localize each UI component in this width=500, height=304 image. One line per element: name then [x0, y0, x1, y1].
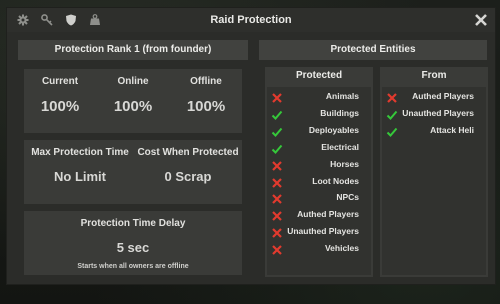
- check-icon[interactable]: [271, 109, 283, 121]
- protected-entity-label: Horses: [330, 158, 359, 169]
- protected-list: Animals Buildings Deployables Electrical Hor…: [267, 87, 371, 275]
- protected-entity-label: Authed Players: [297, 209, 359, 220]
- from-source-row[interactable]: Authed Players: [386, 90, 474, 106]
- title-bar: Raid Protection: [7, 8, 495, 32]
- protected-entity-row[interactable]: NPCs: [271, 191, 359, 207]
- cross-icon[interactable]: [271, 193, 283, 205]
- protected-entity-row[interactable]: Horses: [271, 158, 359, 174]
- check-icon[interactable]: [386, 126, 398, 138]
- close-icon[interactable]: [473, 12, 489, 28]
- protected-list-panel: Protected Animals Buildings Deployables Ele…: [265, 67, 373, 277]
- stat-label-online: Online: [117, 76, 149, 87]
- from-source-label: Unauthed Players: [402, 107, 474, 118]
- protected-column-header: Protected: [265, 67, 373, 84]
- protection-rank-header: Protection Rank 1 (from founder): [18, 40, 248, 60]
- from-list-panel: From Authed Players Unauthed Players Attac…: [380, 67, 488, 277]
- cross-icon[interactable]: [271, 92, 283, 104]
- cost-when-protected-value: 0 Scrap: [164, 169, 212, 184]
- protected-entities-header: Protected Entities: [259, 40, 487, 60]
- protected-entity-label: Loot Nodes: [312, 175, 359, 186]
- protection-delay-value: 5 sec: [116, 240, 150, 255]
- from-source-row[interactable]: Attack Heli: [386, 124, 474, 140]
- raid-protection-window: Raid Protection Protection Rank 1 (from …: [6, 7, 496, 285]
- max-protection-time-value: No Limit: [54, 169, 106, 184]
- from-source-label: Authed Players: [412, 91, 474, 101]
- protected-entity-row[interactable]: Unauthed Players: [271, 225, 359, 241]
- window-title: Raid Protection: [210, 14, 292, 26]
- cross-icon[interactable]: [271, 227, 283, 239]
- cross-icon[interactable]: [271, 177, 283, 189]
- protected-entity-row[interactable]: Authed Players: [271, 208, 359, 224]
- protected-entity-label: NPCs: [336, 192, 359, 203]
- protected-entity-row[interactable]: Vehicles: [271, 242, 359, 258]
- protection-delay-note: Starts when all owners are offline: [77, 263, 189, 270]
- from-source-label: Attack Heli: [430, 124, 474, 135]
- time-cost-panel: Max Protection Time Cost When Protected …: [24, 140, 242, 204]
- stat-value-online: 100%: [113, 98, 153, 115]
- protected-entity-label: Electrical: [321, 141, 359, 152]
- from-column-header: From: [380, 67, 488, 84]
- from-list: Authed Players Unauthed Players Attack Hel…: [382, 87, 486, 275]
- max-protection-time-label: Max Protection Time: [31, 147, 129, 158]
- cross-icon[interactable]: [271, 160, 283, 172]
- stat-label-offline: Offline: [190, 76, 222, 87]
- cross-icon[interactable]: [271, 244, 283, 256]
- protected-entity-label: Buildings: [320, 107, 359, 118]
- protected-entity-row[interactable]: Electrical: [271, 141, 359, 157]
- cross-icon[interactable]: [386, 92, 398, 104]
- cost-when-protected-label: Cost When Protected: [137, 147, 239, 158]
- protected-entity-label: Deployables: [308, 124, 359, 135]
- protected-entity-row[interactable]: Animals: [271, 90, 359, 106]
- protection-delay-panel: Protection Time Delay 5 sec Starts when …: [24, 211, 242, 275]
- protected-entity-label: Animals: [325, 91, 359, 101]
- stat-value-offline: 100%: [186, 98, 226, 115]
- protection-stats-panel: Current Online Offline 100% 100% 100%: [24, 69, 242, 133]
- check-icon[interactable]: [271, 143, 283, 155]
- protected-entity-row[interactable]: Buildings: [271, 107, 359, 123]
- protected-entity-label: Vehicles: [324, 243, 359, 254]
- check-icon[interactable]: [271, 126, 283, 138]
- from-source-row[interactable]: Unauthed Players: [386, 107, 474, 123]
- protected-entity-row[interactable]: Loot Nodes: [271, 175, 359, 191]
- protected-entity-label: Unauthed Players: [287, 226, 359, 237]
- check-icon[interactable]: [386, 109, 398, 121]
- protection-delay-label: Protection Time Delay: [80, 218, 186, 229]
- stat-value-current: 100%: [40, 98, 80, 115]
- protected-entity-row[interactable]: Deployables: [271, 124, 359, 140]
- stat-label-current: Current: [41, 76, 79, 87]
- cross-icon[interactable]: [271, 210, 283, 222]
